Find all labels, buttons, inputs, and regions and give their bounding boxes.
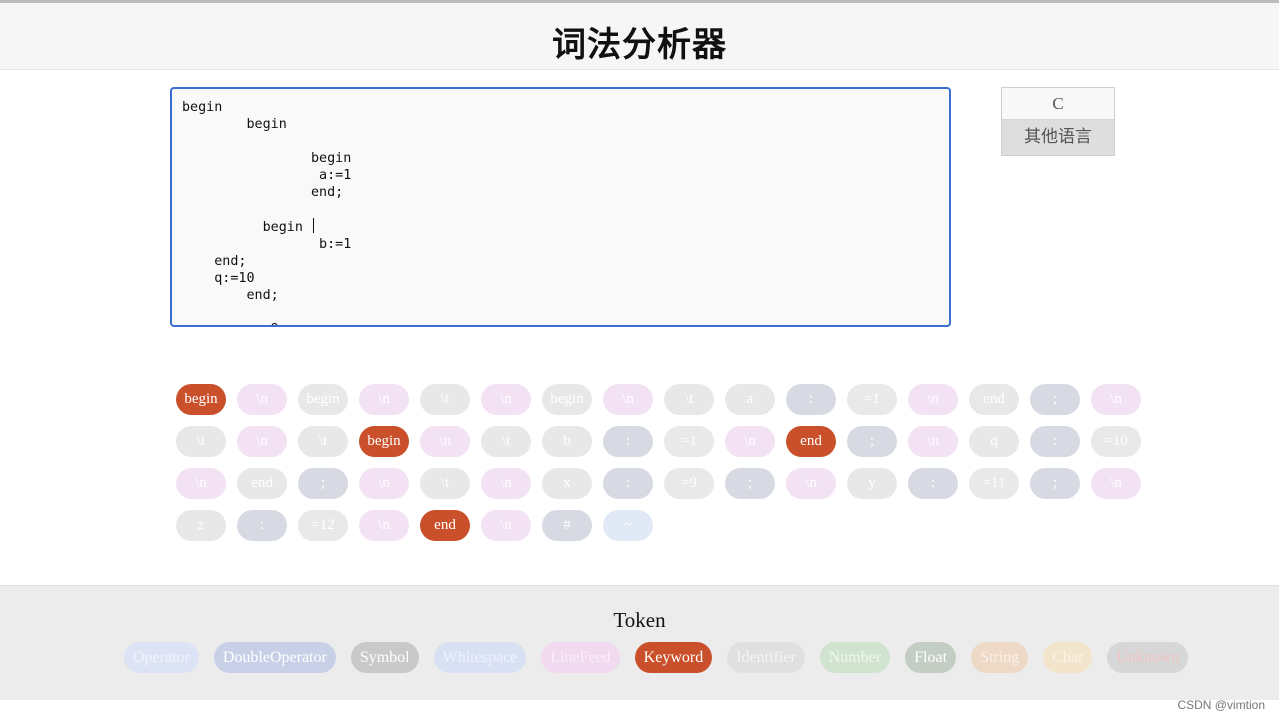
token-chip: :	[603, 468, 653, 499]
token-chip: =1	[847, 384, 897, 415]
legend-float: Float	[905, 642, 957, 673]
token-chip: \t	[176, 426, 226, 457]
token-chip: \n	[237, 384, 287, 415]
token-chip: y	[847, 468, 897, 499]
token-chip: \t	[298, 426, 348, 457]
legend-char: Char	[1043, 642, 1093, 673]
token-chip: :	[786, 384, 836, 415]
token-chip: =1	[664, 426, 714, 457]
legend-identifier: Identifier	[727, 642, 805, 673]
token-chip: begin	[542, 384, 592, 415]
token-chip: \n	[481, 384, 531, 415]
token-chip: \n	[420, 426, 470, 457]
legend-unknown: Unknown	[1107, 642, 1189, 673]
page-header: 词法分析器	[0, 3, 1279, 70]
watermark: CSDN @vimtion	[1177, 698, 1265, 712]
token-chip: :	[237, 510, 287, 541]
token-chip: q	[969, 426, 1019, 457]
token-chip: end	[969, 384, 1019, 415]
legend-linefeed: LineFeed	[541, 642, 620, 673]
token-chip: \n	[1091, 468, 1141, 499]
token-chip: b	[542, 426, 592, 457]
token-chip: \t	[420, 468, 470, 499]
token-chip: :	[908, 468, 958, 499]
token-chip: begin	[359, 426, 409, 457]
legend-string: String	[971, 642, 1029, 673]
token-chip: \t	[420, 384, 470, 415]
legend-number: Number	[819, 642, 891, 673]
token-chip: \n	[908, 426, 958, 457]
legend-title: Token	[613, 608, 666, 632]
token-chip: #	[542, 510, 592, 541]
token-list: begin \n begin \n \t \n begin \n \t a: =1 \n end; \n \…	[176, 384, 1166, 541]
token-chip: ;	[1030, 468, 1080, 499]
code-text[interactable]: begin begin begin a:=1 end; begin b:=1 e…	[182, 100, 352, 325]
legend-keyword: Keyword	[634, 642, 713, 673]
token-chip: ;	[725, 468, 775, 499]
code-editor[interactable]: begin begin begin a:=1 end; begin b:=1 e…	[170, 87, 951, 327]
token-chip: ;	[1030, 384, 1080, 415]
text-caret	[313, 218, 314, 234]
token-chip: ;	[847, 426, 897, 457]
legend-doubleoperator: DoubleOperator	[213, 642, 336, 673]
token-chip: begin	[298, 384, 348, 415]
legend-operator: Operator	[124, 642, 199, 673]
token-chip: x	[542, 468, 592, 499]
token-chip: \t	[664, 384, 714, 415]
token-chip: :	[603, 426, 653, 457]
token-chip: \n	[603, 384, 653, 415]
token-chip: \n	[481, 510, 531, 541]
token-chip: end	[237, 468, 287, 499]
token-chip: \n	[786, 468, 836, 499]
token-chip: end	[420, 510, 470, 541]
token-chip: \n	[359, 510, 409, 541]
token-chip: =11	[969, 468, 1019, 499]
token-chip: \n	[237, 426, 287, 457]
token-chip: z	[176, 510, 226, 541]
token-chip: end	[786, 426, 836, 457]
legend-whitespace: Whitespace	[433, 642, 527, 673]
token-chip: \n	[359, 384, 409, 415]
token-chip: =9	[664, 468, 714, 499]
token-chip: ~	[603, 510, 653, 541]
token-chip: \n	[176, 468, 226, 499]
token-chip: \t	[481, 426, 531, 457]
token-chip: :	[1030, 426, 1080, 457]
page-title: 词法分析器	[552, 25, 727, 65]
code-before-caret: begin begin begin a:=1 end; begin	[182, 100, 352, 236]
language-other-button[interactable]: 其他语言	[1002, 120, 1114, 155]
token-chip: =10	[1091, 426, 1141, 457]
token-chip: \n	[359, 468, 409, 499]
token-legend: Operator DoubleOperator Symbol Whitespace Li…	[124, 642, 1189, 673]
token-chip: begin	[176, 384, 226, 415]
token-chip: \n	[481, 468, 531, 499]
token-chip: \n	[1091, 384, 1141, 415]
token-chip: ;	[298, 468, 348, 499]
legend-footer: Token Operator DoubleOperator Symbol Whites…	[0, 585, 1279, 700]
token-chip: a	[725, 384, 775, 415]
language-selector: C 其他语言	[1001, 87, 1115, 156]
token-chip: \n	[725, 426, 775, 457]
code-after-caret: b:=1 end; q:=10 end; x:=9;	[214, 237, 352, 325]
legend-symbol: Symbol	[350, 642, 419, 673]
token-chip: \n	[908, 384, 958, 415]
language-c-button[interactable]: C	[1002, 88, 1114, 120]
token-chip: =12	[298, 510, 348, 541]
